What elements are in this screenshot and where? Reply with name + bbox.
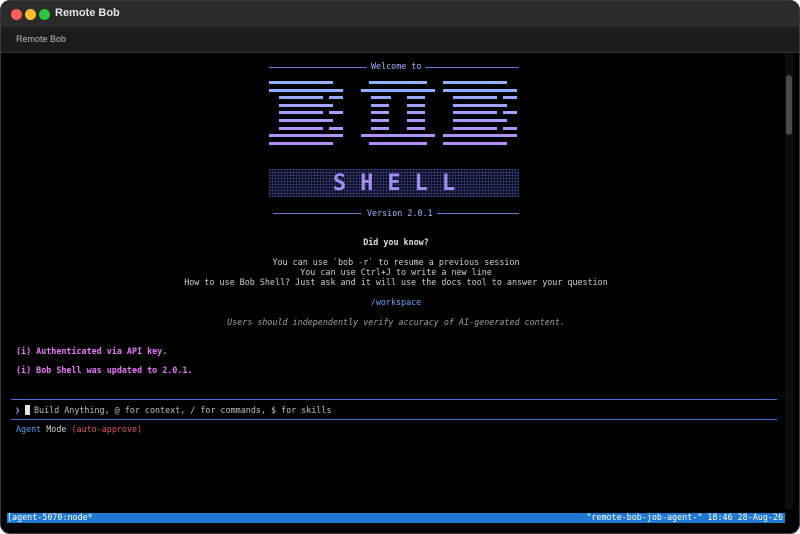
shell-banner: SHELL bbox=[269, 169, 519, 197]
scrollbar-thumb[interactable] bbox=[786, 75, 792, 135]
tip-line: You can use `bob -r` to resume a previou… bbox=[272, 257, 520, 267]
logo-bar bbox=[443, 88, 517, 92]
logo-bar bbox=[269, 134, 343, 138]
logo-bar bbox=[329, 126, 343, 130]
logo-bar bbox=[369, 81, 427, 84]
session-window-label: [agent-5070:node* bbox=[7, 512, 93, 522]
text-cursor bbox=[25, 405, 30, 415]
welcome-text: Welcome to bbox=[367, 61, 426, 71]
version-rule-right bbox=[431, 213, 519, 214]
logo-bar bbox=[503, 126, 517, 130]
version-text: Version 2.0.1 bbox=[363, 208, 437, 218]
logo-bar bbox=[279, 126, 323, 130]
logo-bar bbox=[407, 111, 425, 115]
logo-bar bbox=[443, 134, 517, 138]
session-clock: "remote-bob-job-agent-" 18:46 28-Aug-26 bbox=[586, 512, 783, 522]
input-top-border bbox=[11, 399, 777, 400]
logo-bar bbox=[503, 111, 517, 115]
logo-bar bbox=[371, 103, 389, 107]
logo-bar bbox=[279, 111, 323, 115]
welcome-rule-left bbox=[269, 67, 369, 68]
input-bottom-border bbox=[11, 419, 777, 420]
auto-approve-label: (auto-approve) bbox=[71, 424, 143, 434]
tab-remote-bob[interactable]: Remote Bob bbox=[16, 34, 66, 44]
workspace-path: /workspace bbox=[370, 297, 422, 307]
mode-indicator: Agent Mode (auto-approve) bbox=[16, 424, 142, 434]
shell-text: SHELL bbox=[332, 171, 470, 196]
prompt-chevron-icon: ❯ bbox=[15, 405, 21, 415]
logo-bar bbox=[371, 126, 389, 130]
maximize-window-button[interactable] bbox=[39, 9, 50, 20]
tip-line: You can use Ctrl+J to write a new line bbox=[300, 267, 492, 277]
tip-line: How to use Bob Shell? Just ask and it wi… bbox=[184, 277, 608, 287]
logo-bar bbox=[407, 96, 425, 100]
logo-bar bbox=[453, 119, 507, 122]
logo-bar bbox=[371, 96, 391, 100]
mode-label: Mode bbox=[46, 424, 67, 434]
logo-bar bbox=[443, 141, 507, 145]
auth-notice: (i) Authenticated via API key. bbox=[16, 346, 168, 356]
logo-bar bbox=[279, 103, 333, 107]
welcome-rule-right bbox=[425, 67, 519, 68]
update-notice: (i) Bob Shell was updated to 2.0.1. bbox=[16, 365, 193, 375]
logo-bar bbox=[329, 96, 343, 100]
command-input[interactable]: Build Anything, @ for context, / for com… bbox=[34, 405, 332, 415]
app-window: Remote Bob Remote Bob Welcome to SHELL V… bbox=[0, 0, 800, 534]
logo-bar bbox=[453, 111, 497, 115]
logo-bar bbox=[279, 119, 333, 122]
logo-bar bbox=[361, 88, 435, 92]
logo-bar bbox=[453, 126, 497, 130]
logo-bar bbox=[407, 103, 425, 107]
logo-bar bbox=[371, 111, 389, 115]
logo-bar bbox=[329, 111, 343, 115]
mode-agent-label: Agent bbox=[16, 424, 42, 434]
ai-disclaimer: Users should independently verify accura… bbox=[227, 317, 565, 327]
tmux-status-bar: [agent-5070:node* "remote-bob-job-agent-… bbox=[7, 512, 785, 523]
logo-bar bbox=[371, 119, 389, 122]
version-rule-left bbox=[273, 213, 361, 214]
logo-bar bbox=[269, 141, 333, 145]
logo-bar bbox=[443, 81, 507, 84]
did-you-know-title: Did you know? bbox=[363, 237, 429, 247]
logo-bar bbox=[503, 96, 517, 100]
title-bar: Remote Bob bbox=[1, 1, 799, 28]
minimize-window-button[interactable] bbox=[25, 9, 36, 20]
window-title: Remote Bob bbox=[55, 7, 120, 19]
logo-bar bbox=[407, 119, 425, 122]
logo-bar bbox=[453, 103, 507, 107]
logo-bar bbox=[269, 81, 333, 84]
terminal-view[interactable]: Welcome to SHELL Version 2.0.1 Did you k… bbox=[7, 53, 785, 523]
logo-bar bbox=[269, 88, 343, 92]
logo-bar bbox=[369, 141, 427, 145]
logo-bar bbox=[361, 134, 435, 138]
logo-bar bbox=[279, 96, 323, 100]
close-window-button[interactable] bbox=[11, 9, 22, 20]
logo-bar bbox=[407, 126, 425, 130]
terminal-scrollbar[interactable] bbox=[785, 53, 793, 509]
logo-bar bbox=[453, 96, 497, 100]
tab-bar: Remote Bob bbox=[1, 28, 799, 53]
